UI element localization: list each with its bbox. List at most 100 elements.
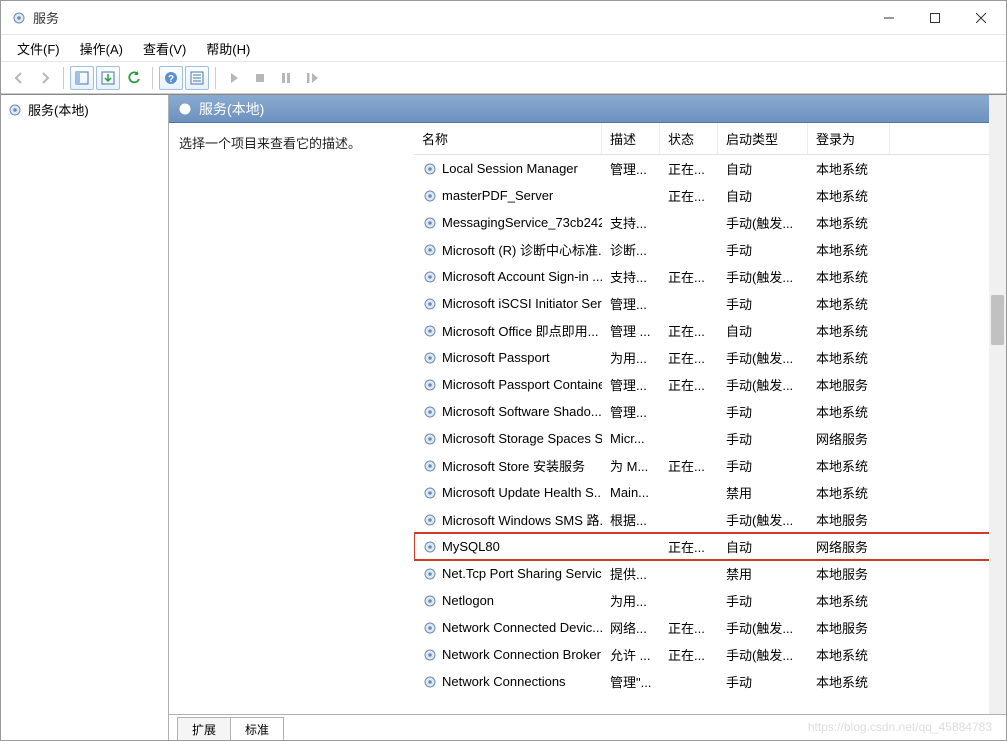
service-status: 正在...: [660, 186, 718, 205]
menu-action[interactable]: 操作(A): [70, 36, 133, 61]
service-name: Microsoft Software Shado...: [442, 404, 602, 419]
tab-standard[interactable]: 标准: [230, 717, 284, 740]
service-row[interactable]: Microsoft (R) 诊断中心标准...诊断...手动本地系统: [414, 236, 1006, 263]
service-desc: 支持...: [602, 213, 660, 232]
main-area: 服务(本地) 服务(本地) 选择一个项目来查看它的描述。 名称 描述 状态 启动…: [1, 94, 1006, 740]
service-desc: 为用...: [602, 591, 660, 610]
refresh-button[interactable]: [122, 66, 146, 90]
pause-service-button[interactable]: [274, 66, 298, 90]
service-status: 正在...: [660, 537, 718, 556]
close-button[interactable]: [958, 2, 1004, 34]
gear-icon: [422, 674, 438, 690]
gear-icon: [422, 620, 438, 636]
service-name: Netlogon: [442, 593, 494, 608]
menu-bar: 文件(F) 操作(A) 查看(V) 帮助(H): [1, 35, 1006, 61]
service-row[interactable]: Microsoft Office 即点即用...管理 ...正在...自动本地系…: [414, 317, 1006, 344]
service-startup: 自动: [718, 159, 808, 178]
service-logon: 本地系统: [808, 348, 890, 367]
back-button[interactable]: [7, 66, 31, 90]
service-row[interactable]: Local Session Manager管理...正在...自动本地系统: [414, 155, 1006, 182]
service-name: Microsoft Store 安装服务: [442, 456, 585, 475]
service-status: 正在...: [660, 645, 718, 664]
col-desc[interactable]: 描述: [602, 123, 660, 154]
service-startup: 手动(触发...: [718, 348, 808, 367]
scrollbar-thumb[interactable]: [991, 295, 1004, 345]
col-startup[interactable]: 启动类型: [718, 123, 808, 154]
service-desc: 管理 ...: [602, 321, 660, 340]
gear-icon: [422, 512, 438, 528]
service-desc: 为 M...: [602, 456, 660, 475]
service-logon: 本地系统: [808, 672, 890, 691]
watermark-text: https://blog.csdn.net/qq_45884783: [808, 720, 992, 734]
gear-icon: [422, 566, 438, 582]
export-list-button[interactable]: [96, 66, 120, 90]
restart-service-button[interactable]: [300, 66, 324, 90]
properties-button[interactable]: [185, 66, 209, 90]
service-logon: 本地系统: [808, 159, 890, 178]
service-desc: Micr...: [602, 431, 660, 446]
service-status: 正在...: [660, 456, 718, 475]
service-logon: 本地服务: [808, 375, 890, 394]
col-status[interactable]: 状态: [660, 123, 718, 154]
show-hide-tree-button[interactable]: [70, 66, 94, 90]
service-startup: 禁用: [718, 483, 808, 502]
forward-button[interactable]: [33, 66, 57, 90]
service-name: masterPDF_Server: [442, 188, 553, 203]
service-logon: 本地服务: [808, 510, 890, 529]
service-row[interactable]: MySQL80正在...自动网络服务: [414, 533, 1006, 560]
service-desc: 管理...: [602, 294, 660, 313]
service-logon: 本地服务: [808, 564, 890, 583]
tab-extended[interactable]: 扩展: [177, 717, 231, 740]
toolbar-divider: [215, 67, 216, 89]
app-gear-icon: [11, 10, 27, 26]
service-row[interactable]: Microsoft Storage Spaces S...Micr...手动网络…: [414, 425, 1006, 452]
service-row[interactable]: Microsoft Account Sign-in ...支持...正在...手…: [414, 263, 1006, 290]
service-row[interactable]: MessagingService_73cb242支持...手动(触发...本地系…: [414, 209, 1006, 236]
description-column: 选择一个项目来查看它的描述。: [169, 123, 414, 714]
service-startup: 手动(触发...: [718, 213, 808, 232]
service-row[interactable]: Microsoft Software Shado...管理...手动本地系统: [414, 398, 1006, 425]
service-row[interactable]: Microsoft Passport Container管理...正在...手动…: [414, 371, 1006, 398]
gear-icon: [422, 188, 438, 204]
col-name[interactable]: 名称: [414, 123, 602, 154]
col-logon[interactable]: 登录为: [808, 123, 890, 154]
service-row[interactable]: Microsoft iSCSI Initiator Ser...管理...手动本…: [414, 290, 1006, 317]
service-row[interactable]: Network Connected Devic...网络...正在...手动(触…: [414, 614, 1006, 641]
vertical-scrollbar[interactable]: [989, 95, 1006, 714]
service-name: Network Connected Devic...: [442, 620, 602, 635]
gear-icon: [422, 647, 438, 663]
service-desc: 支持...: [602, 267, 660, 286]
service-desc: 网络...: [602, 618, 660, 637]
service-name: Microsoft Passport: [442, 350, 550, 365]
service-name: Microsoft Office 即点即用...: [442, 321, 599, 340]
tree-root-services[interactable]: 服务(本地): [1, 98, 168, 121]
menu-help[interactable]: 帮助(H): [196, 36, 260, 61]
service-startup: 自动: [718, 537, 808, 556]
service-row[interactable]: Net.Tcp Port Sharing Service提供...禁用本地服务: [414, 560, 1006, 587]
service-row[interactable]: Microsoft Store 安装服务为 M...正在...手动本地系统: [414, 452, 1006, 479]
service-row[interactable]: Microsoft Passport为用...正在...手动(触发...本地系统: [414, 344, 1006, 371]
service-row[interactable]: masterPDF_Server正在...自动本地系统: [414, 182, 1006, 209]
service-logon: 本地系统: [808, 456, 890, 475]
service-startup: 手动: [718, 294, 808, 313]
menu-view[interactable]: 查看(V): [133, 36, 196, 61]
service-row[interactable]: Netlogon为用...手动本地系统: [414, 587, 1006, 614]
gear-icon: [422, 296, 438, 312]
service-row[interactable]: Microsoft Windows SMS 路...根据...手动(触发...本…: [414, 506, 1006, 533]
service-logon: 本地系统: [808, 402, 890, 421]
service-row[interactable]: Microsoft Update Health S...Main...禁用本地系…: [414, 479, 1006, 506]
service-name: MessagingService_73cb242: [442, 215, 602, 230]
maximize-button[interactable]: [912, 2, 958, 34]
service-row[interactable]: Network Connection Broker允许 ...正在...手动(触…: [414, 641, 1006, 668]
service-row[interactable]: Network Connections管理"...手动本地系统: [414, 668, 1006, 695]
service-startup: 自动: [718, 321, 808, 340]
stop-service-button[interactable]: [248, 66, 272, 90]
service-name: Microsoft Account Sign-in ...: [442, 269, 602, 284]
help-button[interactable]: ?: [159, 66, 183, 90]
service-startup: 手动: [718, 456, 808, 475]
start-service-button[interactable]: [222, 66, 246, 90]
minimize-button[interactable]: [866, 2, 912, 34]
menu-file[interactable]: 文件(F): [7, 36, 70, 61]
service-startup: 手动(触发...: [718, 267, 808, 286]
service-status: 正在...: [660, 618, 718, 637]
